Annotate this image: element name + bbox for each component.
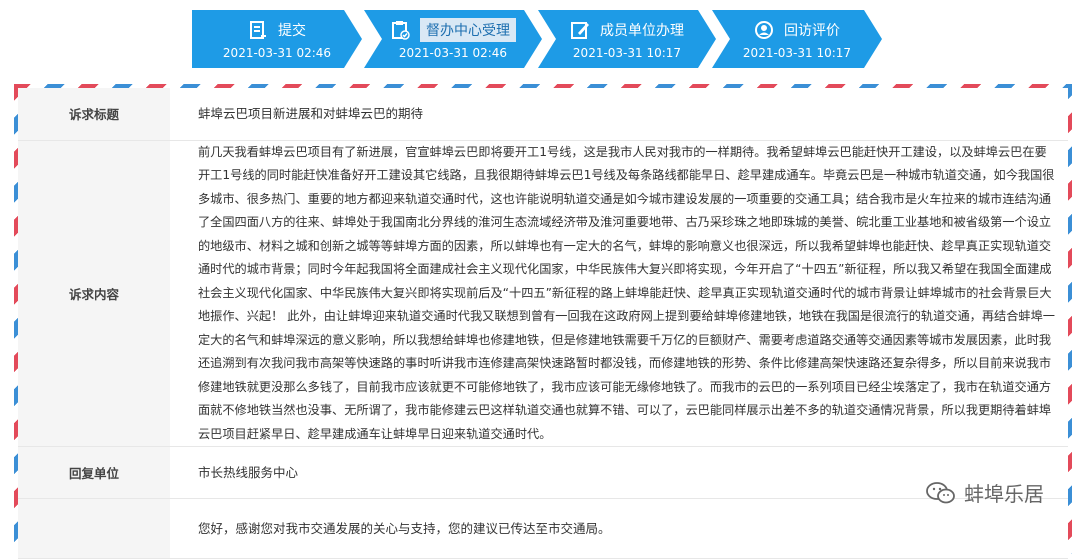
- step-label: 回访评价: [784, 23, 840, 39]
- progress-steps: 提交 2021-03-31 02:46 督办中心受理 2021-03-31 02…: [192, 10, 882, 68]
- step-time: 2021-03-31 02:46: [398, 46, 508, 60]
- feedback-icon: [754, 20, 774, 40]
- supervise-icon: [390, 20, 410, 40]
- table-row: 诉求标题 蚌埠云巴项目新进展和对蚌埠云巴的期待: [18, 88, 1068, 141]
- step-submit: 提交 2021-03-31 02:46: [192, 10, 362, 68]
- detail-panel: 诉求标题 蚌埠云巴项目新进展和对蚌埠云巴的期待 诉求内容 前几天我看蚌埠云巴项目…: [18, 88, 1068, 559]
- step-time: 2021-03-31 10:17: [742, 46, 852, 60]
- wechat-icon: [926, 481, 955, 503]
- watermark: 蚌埠乐居: [926, 478, 1044, 507]
- table-row: 您好，感谢您对我市交通发展的关心与支持，您的建议已传达至市交通局。: [18, 498, 1068, 559]
- title-value: 蚌埠云巴项目新进展和对蚌埠云巴的期待: [170, 88, 1068, 141]
- unit-head: 回复单位: [18, 446, 170, 499]
- content-head: 诉求内容: [18, 140, 170, 447]
- step-time: 2021-03-31 02:46: [222, 46, 332, 60]
- table-row: 回复单位 市长热线服务中心: [18, 446, 1068, 499]
- request-table: 诉求标题 蚌埠云巴项目新进展和对蚌埠云巴的期待 诉求内容 前几天我看蚌埠云巴项目…: [18, 88, 1068, 559]
- table-row: 诉求内容 前几天我看蚌埠云巴项目有了新进展，官宣蚌埠云巴即将要开工1号线，这是我…: [18, 140, 1068, 447]
- step-label: 成员单位办理: [600, 23, 684, 39]
- step-time: 2021-03-31 10:17: [572, 46, 682, 60]
- step-feedback: 回访评价 2021-03-31 10:17: [712, 10, 882, 68]
- title-head: 诉求标题: [18, 88, 170, 141]
- watermark-text: 蚌埠乐居: [964, 482, 1044, 506]
- step-label: 督办中心受理: [420, 18, 516, 42]
- step-handle: 成员单位办理 2021-03-31 10:17: [538, 10, 716, 68]
- step-supervise: 督办中心受理 2021-03-31 02:46: [364, 10, 542, 68]
- reply-head: [18, 498, 170, 559]
- submit-icon: [248, 20, 268, 40]
- content-value: 前几天我看蚌埠云巴项目有了新进展，官宣蚌埠云巴即将要开工1号线，这是我市人民对我…: [170, 140, 1068, 447]
- step-label: 提交: [278, 23, 306, 39]
- airmail-border: 诉求标题 蚌埠云巴项目新进展和对蚌埠云巴的期待 诉求内容 前几天我看蚌埠云巴项目…: [14, 84, 1072, 559]
- reply-value: 您好，感谢您对我市交通发展的关心与支持，您的建议已传达至市交通局。: [170, 498, 1068, 559]
- handle-icon: [570, 20, 590, 40]
